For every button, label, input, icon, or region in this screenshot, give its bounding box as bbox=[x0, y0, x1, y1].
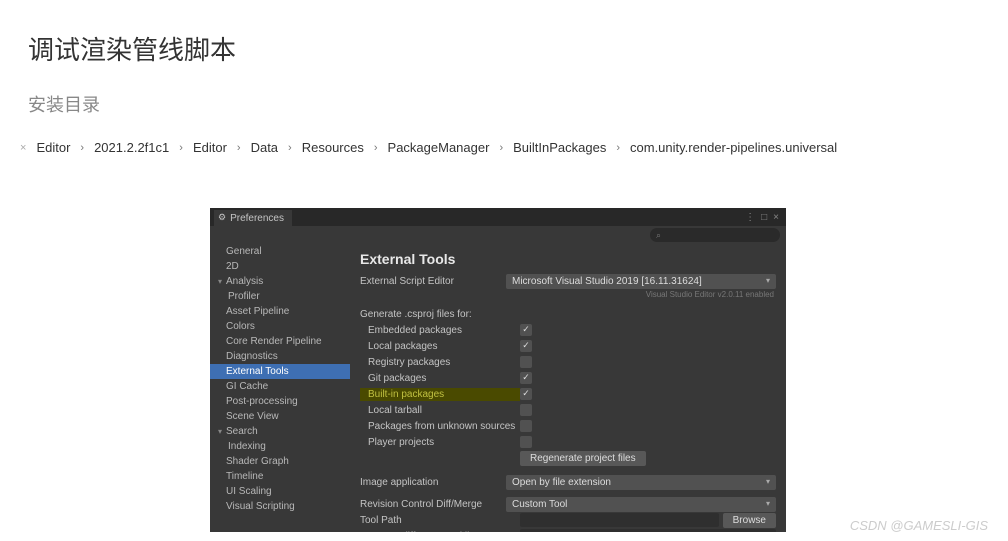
check-label: Packages from unknown sources bbox=[360, 420, 520, 433]
preferences-window: ⚙ Preferences ⋮ □ × General2D▾AnalysisPr… bbox=[210, 208, 786, 532]
checkbox[interactable] bbox=[520, 420, 532, 432]
sidebar-item[interactable]: Diagnostics bbox=[210, 349, 350, 364]
sidebar-item[interactable]: UI Scaling bbox=[210, 484, 350, 499]
sidebar-item[interactable]: Colors bbox=[210, 319, 350, 334]
search-input[interactable] bbox=[650, 228, 780, 242]
breadcrumb-item[interactable]: com.unity.render-pipelines.universal bbox=[626, 137, 841, 158]
breadcrumb-item[interactable]: 2021.2.2f1c1 bbox=[90, 137, 173, 158]
sidebar-item[interactable]: External Tools bbox=[210, 364, 350, 379]
checkbox[interactable]: ✓ bbox=[520, 372, 532, 384]
chevron-right-icon: › bbox=[610, 142, 626, 154]
chevron-right-icon: › bbox=[282, 142, 298, 154]
check-label: Built-in packages bbox=[360, 388, 520, 401]
titlebar: ⚙ Preferences ⋮ □ × bbox=[210, 208, 786, 226]
expand-icon: ▾ bbox=[218, 427, 226, 437]
two-way-input[interactable] bbox=[520, 529, 776, 532]
window-menu-icon[interactable]: ⋮ bbox=[742, 211, 758, 224]
breadcrumb-item[interactable]: PackageManager bbox=[384, 137, 494, 158]
sidebar-item[interactable]: Profiler bbox=[210, 289, 350, 304]
chevron-right-icon: › bbox=[368, 142, 384, 154]
tab-preferences[interactable]: ⚙ Preferences bbox=[214, 210, 292, 226]
page-title: 调试渲染管线脚本 bbox=[0, 0, 1008, 67]
chevron-right-icon: › bbox=[231, 142, 247, 154]
checkbox[interactable] bbox=[520, 436, 532, 448]
checkbox[interactable]: ✓ bbox=[520, 324, 532, 336]
sidebar-item[interactable]: ▾Search bbox=[210, 424, 350, 439]
sidebar-item[interactable]: ▾Analysis bbox=[210, 274, 350, 289]
sidebar-item[interactable]: Scene View bbox=[210, 409, 350, 424]
two-way-label: Two-way diff command line bbox=[360, 530, 520, 532]
tab-label: Preferences bbox=[230, 212, 284, 225]
check-label: Git packages bbox=[360, 372, 520, 385]
generate-label: Generate .csproj files for: bbox=[360, 308, 520, 321]
sidebar: General2D▾AnalysisProfilerAsset Pipeline… bbox=[210, 244, 350, 532]
sidebar-item[interactable]: GI Cache bbox=[210, 379, 350, 394]
regenerate-button[interactable]: Regenerate project files bbox=[520, 451, 646, 466]
breadcrumb-item[interactable]: Editor bbox=[189, 137, 231, 158]
check-label: Embedded packages bbox=[360, 324, 520, 337]
rcdm-dropdown[interactable]: Custom Tool▾ bbox=[506, 497, 776, 512]
checkbox[interactable]: ✓ bbox=[520, 388, 532, 400]
breadcrumb-item[interactable]: Data bbox=[247, 137, 282, 158]
browse-button[interactable]: Browse bbox=[723, 513, 776, 528]
editor-note: Visual Studio Editor v2.0.11 enabled bbox=[360, 290, 776, 300]
sidebar-item[interactable]: Core Render Pipeline bbox=[210, 334, 350, 349]
caret-down-icon: ▾ bbox=[766, 499, 770, 509]
check-label: Local packages bbox=[360, 340, 520, 353]
rcdm-label: Revision Control Diff/Merge bbox=[360, 498, 506, 511]
sidebar-item[interactable]: Shader Graph bbox=[210, 454, 350, 469]
checkbox[interactable]: ✓ bbox=[520, 340, 532, 352]
check-label: Registry packages bbox=[360, 356, 520, 369]
tool-path-label: Tool Path bbox=[360, 514, 520, 527]
breadcrumb-close-icon[interactable]: × bbox=[20, 142, 26, 154]
expand-icon: ▾ bbox=[218, 277, 226, 287]
script-editor-label: External Script Editor bbox=[360, 275, 506, 288]
script-editor-dropdown[interactable]: Microsoft Visual Studio 2019 [16.11.3162… bbox=[506, 274, 776, 289]
image-app-label: Image application bbox=[360, 476, 506, 489]
search-row bbox=[210, 226, 786, 244]
sidebar-item[interactable]: Post-processing bbox=[210, 394, 350, 409]
sidebar-item[interactable]: Timeline bbox=[210, 469, 350, 484]
chevron-right-icon: › bbox=[493, 142, 509, 154]
gear-icon: ⚙ bbox=[218, 212, 226, 224]
image-app-dropdown[interactable]: Open by file extension▾ bbox=[506, 475, 776, 490]
caret-down-icon: ▾ bbox=[766, 276, 770, 286]
chevron-right-icon: › bbox=[173, 142, 189, 154]
breadcrumb-item[interactable]: Editor bbox=[32, 137, 74, 158]
breadcrumb-item[interactable]: Resources bbox=[298, 137, 368, 158]
breadcrumb-item[interactable]: BuiltInPackages bbox=[509, 137, 610, 158]
sidebar-item[interactable]: General bbox=[210, 244, 350, 259]
check-label: Local tarball bbox=[360, 404, 520, 417]
window-maximize-icon[interactable]: □ bbox=[758, 211, 770, 224]
breadcrumb: × Editor› 2021.2.2f1c1› Editor› Data› Re… bbox=[0, 117, 1008, 158]
watermark: CSDN @GAMESLI-GIS bbox=[850, 518, 988, 533]
sidebar-item[interactable]: Indexing bbox=[210, 439, 350, 454]
sidebar-item[interactable]: Visual Scripting bbox=[210, 499, 350, 514]
content-heading: External Tools bbox=[360, 250, 776, 268]
caret-down-icon: ▾ bbox=[766, 477, 770, 487]
section-title: 安装目录 bbox=[0, 67, 1008, 117]
checkbox[interactable] bbox=[520, 404, 532, 416]
content-panel: External Tools External Script Editor Mi… bbox=[350, 244, 786, 532]
tool-path-input[interactable] bbox=[520, 513, 719, 527]
checkbox[interactable] bbox=[520, 356, 532, 368]
chevron-right-icon: › bbox=[74, 142, 90, 154]
sidebar-item[interactable]: 2D bbox=[210, 259, 350, 274]
window-close-icon[interactable]: × bbox=[770, 211, 782, 224]
sidebar-item[interactable]: Asset Pipeline bbox=[210, 304, 350, 319]
check-label: Player projects bbox=[360, 436, 520, 449]
